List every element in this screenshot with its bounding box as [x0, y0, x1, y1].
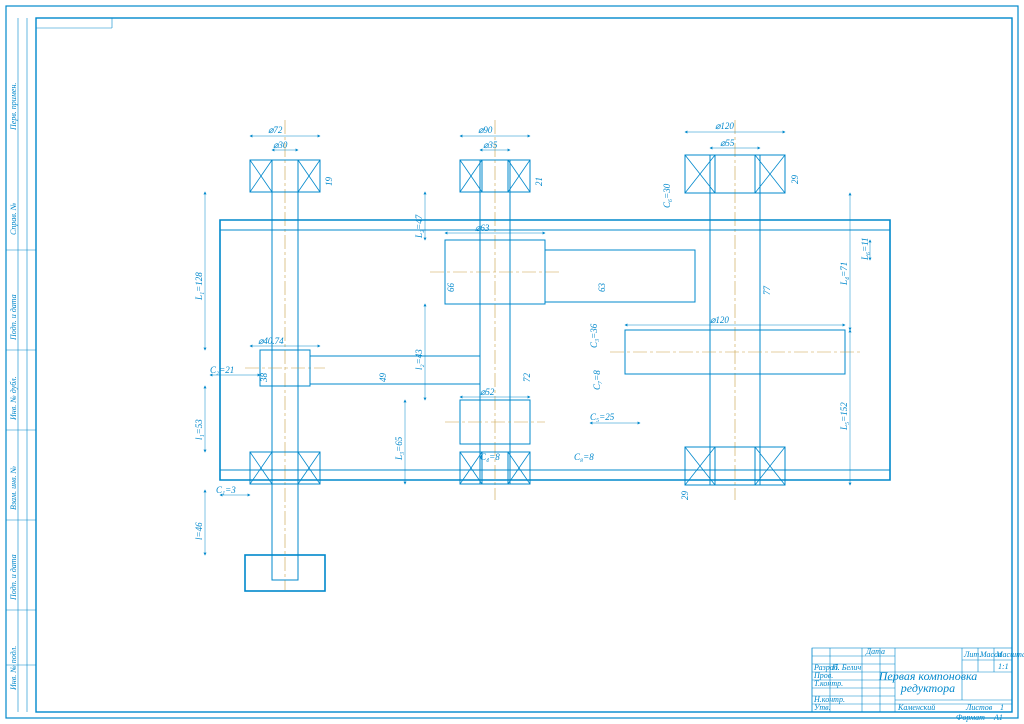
strip-label: Подп. и дата — [9, 294, 18, 341]
dim-h77: 77 — [762, 286, 772, 296]
dim-d4074: ⌀40.74 — [258, 336, 284, 346]
dim-b4: 29 — [680, 491, 690, 501]
dim-c6: C₆=30 — [662, 183, 672, 208]
dim-d63: ⌀63 — [475, 223, 490, 233]
dim-h72: 72 — [522, 373, 532, 383]
dim-h63: 63 — [597, 283, 607, 293]
dim-b2: 21 — [534, 177, 544, 186]
dim-h38: 38 — [259, 373, 269, 384]
dim-h66: 66 — [446, 283, 456, 293]
inner-border — [36, 18, 1012, 712]
dim-d120b: ⌀120 — [710, 315, 729, 325]
tb-author: П. Белич — [831, 663, 861, 672]
dim-b3: 29 — [790, 175, 800, 185]
dim-c3: C₃=36 — [589, 323, 599, 348]
dim-d90: ⌀90 — [478, 125, 493, 135]
dim-L4: L₄=71 — [839, 262, 849, 286]
dim-c8: C₈=8 — [574, 452, 594, 462]
dim-d52: ⌀52 — [480, 387, 495, 397]
title-block: Разраб. П. Белич Дата Пров. Т.контр. Н.к… — [812, 647, 1024, 722]
tb-format-val: A1 — [993, 713, 1003, 722]
mechanical-assembly: ⌀72 ⌀30 ⌀90 ⌀35 ⌀120 ⌀55 19 21 29 29 L₁=… — [194, 120, 890, 591]
dim-b1: 19 — [324, 177, 334, 187]
tb-tcontr: Т.контр. — [814, 679, 843, 688]
dim-L2: L₂=47 — [414, 214, 424, 239]
dim-L3: L₃=65 — [394, 436, 404, 461]
strip-label: Взам. инв. № — [9, 465, 18, 510]
strip-label: Перв. примен. — [9, 83, 18, 131]
dim-d35: ⌀35 — [483, 140, 498, 150]
strip-label: Подп. и дата — [9, 554, 18, 601]
tb-lit: Лит. — [963, 650, 981, 659]
dim-c4: C₄=8 — [480, 452, 500, 462]
dim-c5: C₅=25 — [590, 412, 615, 422]
tb-utv: Утв. — [814, 703, 831, 712]
dim-d55: ⌀55 — [720, 138, 735, 148]
dim-d30: ⌀30 — [273, 140, 288, 150]
strip-label: Инв. № дубл. — [9, 376, 18, 421]
left-binding-strip: Инв. № подл. Подп. и дата Взам. инв. № И… — [6, 18, 36, 712]
dim-c2: C₂=21 — [210, 365, 234, 375]
tb-format: Формат — [956, 713, 985, 722]
dim-L5: L₅=152 — [839, 402, 849, 431]
tb-listov-n: 1 — [1000, 703, 1004, 712]
tb-company: Каменский — [897, 703, 935, 712]
dim-d120: ⌀120 — [715, 121, 734, 131]
strip-label: Справ. № — [9, 202, 18, 235]
dim-h49: 49 — [378, 373, 388, 383]
dim-l46: l=46 — [194, 522, 204, 540]
dim-d72: ⌀72 — [268, 125, 283, 135]
tb-date: Дата — [865, 647, 885, 656]
tb-listov: Листов — [965, 703, 993, 712]
shaft-3 — [610, 155, 860, 485]
dim-l2: l₂=43 — [414, 349, 424, 370]
drawing-canvas: Инв. № подл. Подп. и дата Взам. инв. № И… — [0, 0, 1024, 724]
strip-label: Инв. № подл. — [9, 646, 18, 691]
tb-masht: Масштаб — [995, 650, 1024, 659]
dim-c1: C₁=3 — [216, 485, 236, 495]
dim-L1: L₁=128 — [194, 272, 204, 301]
dim-l1: l₁=53 — [194, 419, 204, 440]
dim-L6: L₆=11 — [860, 237, 870, 261]
tb-scale: 1:1 — [998, 662, 1009, 671]
dim-c7: C₇=8 — [592, 370, 602, 390]
outer-border — [6, 6, 1018, 718]
tb-title2: редуктора — [900, 681, 955, 695]
